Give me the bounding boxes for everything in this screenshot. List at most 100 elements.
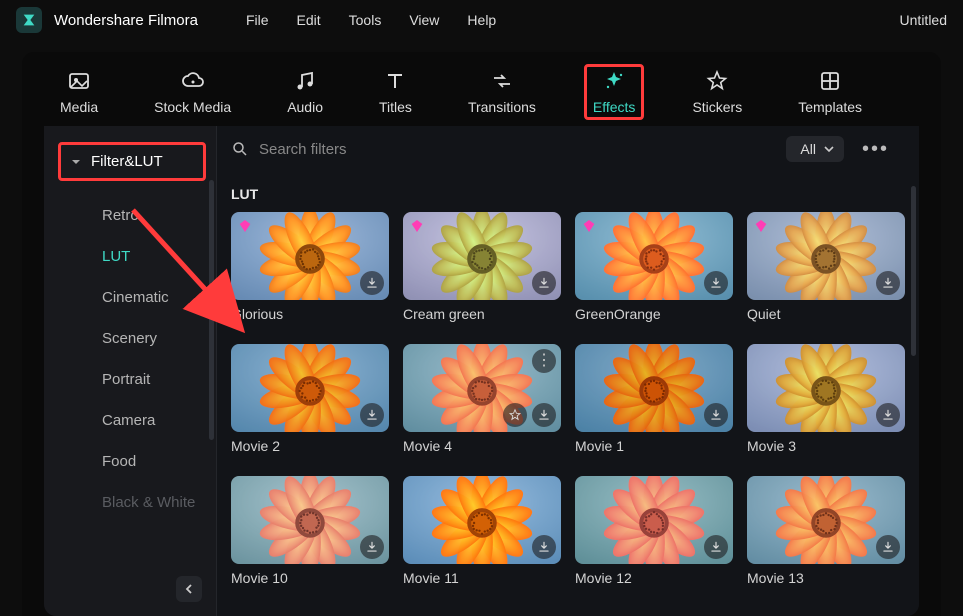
sidebar-item-black-white[interactable]: Black & White [44,482,216,523]
tab-stock-media[interactable]: Stock Media [146,65,239,119]
tab-label: Stickers [692,99,742,115]
preset-card[interactable]: Glorious [231,212,389,322]
download-button[interactable] [360,271,384,295]
tab-label: Titles [379,99,412,115]
favorite-button[interactable] [503,403,527,427]
preset-label: Glorious [231,306,389,322]
preset-card[interactable]: Movie 10 [231,476,389,586]
menu-edit[interactable]: Edit [283,8,335,32]
preset-label: Movie 4 [403,438,561,454]
download-button[interactable] [876,403,900,427]
sidebar-item-retro[interactable]: Retro [44,195,216,236]
search-wrap [231,140,772,158]
download-button[interactable] [360,403,384,427]
preset-card[interactable]: GreenOrange [575,212,733,322]
text-icon [383,69,407,93]
preset-thumbnail[interactable] [403,212,561,300]
image-icon [67,69,91,93]
sidebar-item-lut[interactable]: LUT [44,236,216,277]
card-options-button[interactable]: ⋮ [532,349,556,373]
tab-templates[interactable]: Templates [790,65,870,119]
download-button[interactable] [532,271,556,295]
preset-label: GreenOrange [575,306,733,322]
download-button[interactable] [704,535,728,559]
preset-thumbnail[interactable] [231,344,389,432]
preset-thumbnail[interactable] [747,476,905,564]
content-scrollbar[interactable] [911,186,916,356]
download-button[interactable] [704,271,728,295]
tab-effects[interactable]: Effects [584,64,645,120]
download-button[interactable] [532,535,556,559]
chevron-down-icon [71,157,81,167]
preset-label: Movie 10 [231,570,389,586]
preset-card[interactable]: ⋮ Movie 4 [403,344,561,454]
app-title: Wondershare Filmora [54,12,198,29]
preset-card[interactable]: Cream green [403,212,561,322]
preset-card[interactable]: Movie 12 [575,476,733,586]
sidebar-item-food[interactable]: Food [44,441,216,482]
tab-transitions[interactable]: Transitions [460,65,544,119]
menu-tools[interactable]: Tools [335,8,396,32]
preset-thumbnail[interactable] [403,476,561,564]
download-button[interactable] [532,403,556,427]
music-note-icon [293,69,317,93]
preset-card[interactable]: Movie 3 [747,344,905,454]
search-icon [231,140,249,158]
preset-label: Movie 12 [575,570,733,586]
download-button[interactable] [360,535,384,559]
filter-dropdown[interactable]: All [786,136,844,162]
sidebar-scrollbar[interactable] [209,180,214,440]
preset-thumbnail[interactable] [575,476,733,564]
premium-badge-icon [580,217,598,235]
content-area: All ••• LUT [217,126,919,616]
menu-help[interactable]: Help [453,8,510,32]
preset-label: Movie 1 [575,438,733,454]
sidebar-category-header[interactable]: Filter&LUT [58,142,206,181]
tab-stickers[interactable]: Stickers [684,65,750,119]
preset-thumbnail[interactable] [231,212,389,300]
section-title: LUT [231,186,919,202]
filmora-logo-icon [21,12,37,28]
sidebar-item-portrait[interactable]: Portrait [44,359,216,400]
search-input[interactable] [259,141,479,158]
preset-label: Movie 11 [403,570,561,586]
preset-thumbnail[interactable] [575,344,733,432]
tool-tabs: Media Stock Media Audio Titles Transitions Ef… [22,56,941,126]
download-button[interactable] [704,403,728,427]
tab-titles[interactable]: Titles [371,65,420,119]
tab-label: Media [60,99,98,115]
tab-audio[interactable]: Audio [279,65,331,119]
menubar: FileEditToolsViewHelp [232,8,510,32]
filter-dropdown-label: All [800,141,816,157]
preset-label: Cream green [403,306,561,322]
preset-card[interactable]: Movie 11 [403,476,561,586]
preset-thumbnail[interactable] [747,344,905,432]
sidebar-item-cinematic[interactable]: Cinematic [44,277,216,318]
tab-media[interactable]: Media [52,65,106,119]
preset-thumbnail[interactable] [231,476,389,564]
preset-card[interactable]: Quiet [747,212,905,322]
menu-view[interactable]: View [395,8,453,32]
tab-label: Audio [287,99,323,115]
chevron-left-icon [184,584,194,594]
preset-thumbnail[interactable]: ⋮ [403,344,561,432]
preset-thumbnail[interactable] [747,212,905,300]
menu-file[interactable]: File [232,8,283,32]
preset-thumbnail[interactable] [575,212,733,300]
preset-grid: Glorious Cream green [217,212,919,600]
premium-badge-icon [752,217,770,235]
document-title: Untitled [900,12,947,28]
cloud-image-icon [181,69,205,93]
preset-card[interactable]: Movie 1 [575,344,733,454]
download-button[interactable] [876,271,900,295]
collapse-sidebar-button[interactable] [176,576,202,602]
preset-label: Movie 2 [231,438,389,454]
sidebar: Filter&LUT RetroLUTCinematicSceneryPortr… [44,126,217,616]
more-options-button[interactable]: ••• [858,138,893,161]
preset-label: Quiet [747,306,905,322]
download-button[interactable] [876,535,900,559]
preset-card[interactable]: Movie 2 [231,344,389,454]
sidebar-item-scenery[interactable]: Scenery [44,318,216,359]
preset-card[interactable]: Movie 13 [747,476,905,586]
sidebar-item-camera[interactable]: Camera [44,400,216,441]
